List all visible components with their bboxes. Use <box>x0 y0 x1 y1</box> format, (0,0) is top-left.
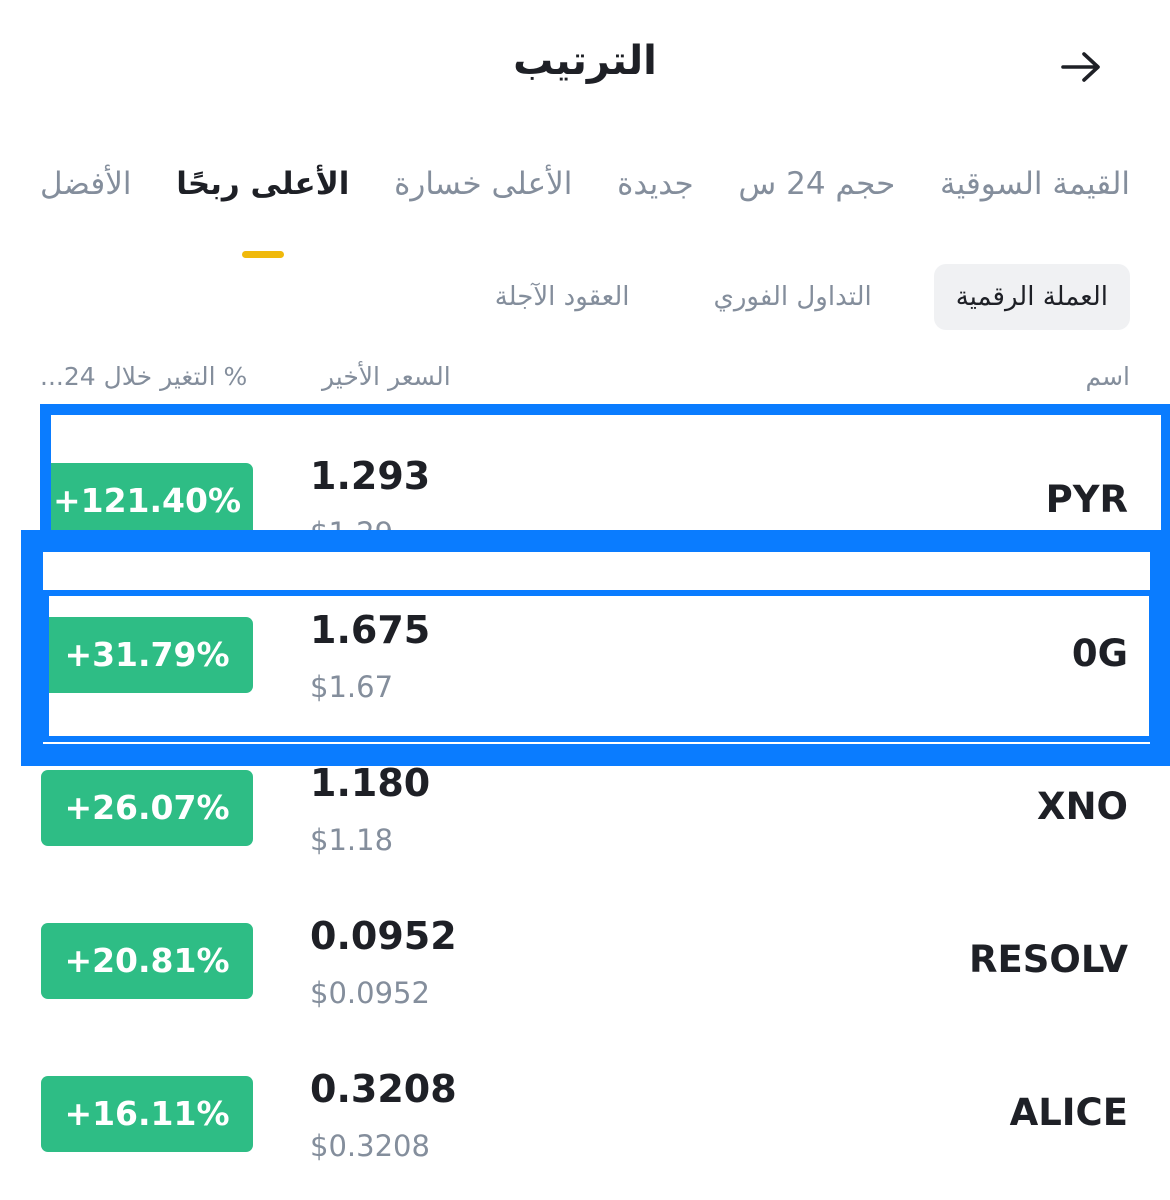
change-badge[interactable]: +20.81% <box>41 923 253 999</box>
change-badge[interactable]: +16.11% <box>41 1076 253 1152</box>
usd-price: $0.3208 <box>310 1129 430 1163</box>
list-item[interactable]: ALICE 0.3208 $0.3208 +16.11% <box>0 1029 1170 1182</box>
usd-price: $1.18 <box>310 823 394 857</box>
subtab-futures[interactable]: العقود الآجلة <box>473 264 652 330</box>
subtab-crypto[interactable]: العملة الرقمية <box>933 264 1130 330</box>
page-title: الترتيب <box>513 38 657 84</box>
tab-market-cap[interactable]: القيمة السوقية <box>940 166 1130 216</box>
coin-symbol: ALICE <box>1009 1091 1128 1134</box>
ranking-tabs: الأفضل الأعلى ربحًا الأعلى خسارة جديدة ح… <box>40 166 1130 258</box>
active-tab-indicator <box>241 251 284 258</box>
last-price: 0.3208 <box>310 1067 457 1111</box>
tab-24h-volume[interactable]: حجم 24 س <box>738 166 895 216</box>
list-item[interactable]: RESOLV 0.0952 $0.0952 +20.81% <box>0 876 1170 1029</box>
change-badge[interactable]: +121.40% <box>41 463 253 539</box>
ranking-screen: الترتيب الأفضل الأعلى ربحًا الأعلى خسارة… <box>0 0 1170 1200</box>
column-header-24h-change[interactable]: % التغير خلال 24... <box>40 362 247 391</box>
tab-best[interactable]: الأفضل <box>40 166 131 216</box>
last-price: 1.675 <box>310 608 431 652</box>
change-badge[interactable]: +31.79% <box>41 617 253 693</box>
subtab-spot[interactable]: التداول الفوري <box>692 264 894 330</box>
tab-top-gainers[interactable]: الأعلى ربحًا <box>176 166 349 258</box>
column-header-last-price[interactable]: السعر الأخير <box>322 362 451 391</box>
coin-symbol: 0G <box>1071 632 1128 675</box>
tab-top-losers[interactable]: الأعلى خسارة <box>394 166 572 216</box>
back-button[interactable] <box>1056 46 1106 88</box>
usd-price: $0.0952 <box>310 976 430 1010</box>
list-item[interactable]: PYR 1.293 $1.29 +121.40% <box>0 416 1170 569</box>
last-price: 0.0952 <box>310 914 457 958</box>
column-header-name[interactable]: اسم <box>1085 362 1130 391</box>
list-item[interactable]: 0G 1.675 $1.67 +31.79% <box>0 570 1170 723</box>
coin-symbol: XNO <box>1037 785 1128 828</box>
usd-price: $1.29 <box>310 516 394 550</box>
usd-price: $1.67 <box>310 670 394 704</box>
tab-new[interactable]: جديدة <box>617 166 694 216</box>
coin-symbol: PYR <box>1045 478 1128 521</box>
change-badge[interactable]: +26.07% <box>41 770 253 846</box>
last-price: 1.180 <box>310 761 431 805</box>
list-item[interactable]: XNO 1.180 $1.18 +26.07% <box>0 723 1170 876</box>
last-price: 1.293 <box>310 454 431 498</box>
arrow-right-icon <box>1061 52 1100 82</box>
market-type-tabs: العملة الرقمية التداول الفوري العقود الآ… <box>473 264 1130 330</box>
coin-symbol: RESOLV <box>969 938 1128 981</box>
